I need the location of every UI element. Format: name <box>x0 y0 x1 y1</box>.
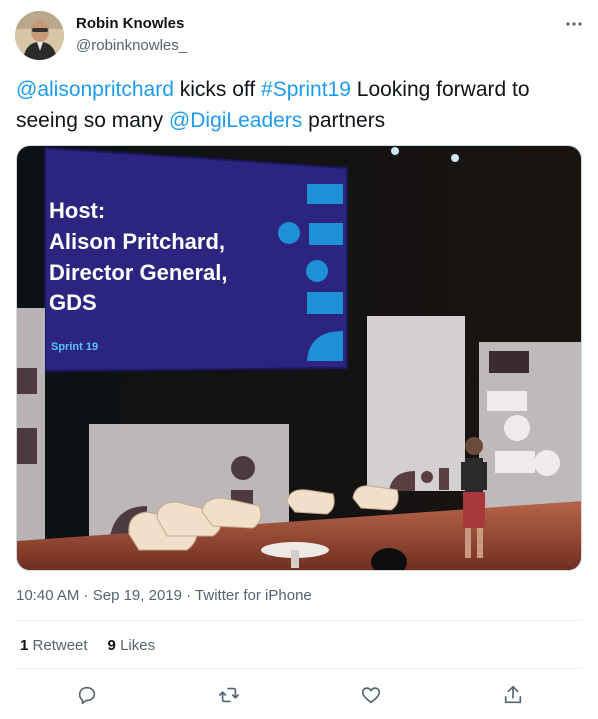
meta-separator: · <box>79 587 93 604</box>
stage-photo: Host: Alison Pritchard, Director General… <box>17 146 581 570</box>
tweet-date[interactable]: Sep 19, 2019 <box>93 587 182 604</box>
screen-text: Host: <box>49 198 105 223</box>
mention-link[interactable]: @DigiLeaders <box>169 109 302 132</box>
hashtag-link[interactable]: #Sprint19 <box>261 78 351 101</box>
likes-stat[interactable]: 9 Likes <box>108 637 156 654</box>
divider <box>16 668 582 669</box>
more-horizontal-icon <box>566 22 582 26</box>
tweet-stats: 1 Retweet 9 Likes <box>20 637 155 654</box>
screen-text: Director General, <box>49 260 228 285</box>
retweets-stat[interactable]: 1 Retweet <box>20 637 88 654</box>
heart-icon <box>361 687 381 704</box>
retweets-label: Retweet <box>32 637 88 654</box>
retweet-button[interactable] <box>216 682 242 708</box>
mention-link[interactable]: @alisonpritchard <box>16 78 174 101</box>
tweet-time[interactable]: 10:40 AM <box>16 587 79 604</box>
tweet-source[interactable]: Twitter for iPhone <box>195 587 312 604</box>
avatar[interactable] <box>15 11 64 60</box>
tweet-text: @alisonpritchard kicks off #Sprint19 Loo… <box>16 74 582 136</box>
reply-button[interactable] <box>74 682 100 708</box>
retweets-count: 1 <box>20 637 29 654</box>
share-button[interactable] <box>500 682 526 708</box>
screen-text: Alison Pritchard, <box>49 229 225 254</box>
author-handle[interactable]: @robinknowles_ <box>76 37 187 54</box>
divider <box>16 620 582 621</box>
avatar-photo <box>15 11 64 60</box>
tweet-meta: 10:40 AM · Sep 19, 2019 · Twitter for iP… <box>16 587 312 604</box>
author-name[interactable]: Robin Knowles <box>76 15 184 32</box>
tweet-text-segment: kicks off <box>173 78 262 101</box>
likes-count: 9 <box>107 637 116 654</box>
tweet-actions <box>0 682 598 708</box>
screen-tag: Sprint 19 <box>51 341 98 353</box>
tweet-photo[interactable]: Host: Alison Pritchard, Director General… <box>16 145 582 571</box>
tweet: Robin Knowles @robinknowles_ @alisonprit… <box>0 0 598 719</box>
share-icon <box>504 685 522 704</box>
more-options-button[interactable] <box>562 12 586 36</box>
reply-icon <box>78 686 96 705</box>
retweet-icon <box>219 687 239 703</box>
screen-text: GDS <box>49 290 97 315</box>
tweet-text-segment: partners <box>302 109 386 132</box>
meta-separator: · <box>181 587 196 604</box>
likes-label: Likes <box>120 637 156 654</box>
like-button[interactable] <box>358 682 384 708</box>
